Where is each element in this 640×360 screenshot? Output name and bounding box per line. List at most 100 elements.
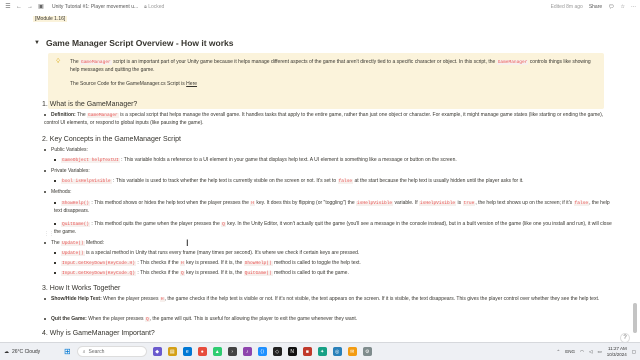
comments-icon[interactable]: 💬︎ bbox=[608, 4, 614, 10]
section-title: Game Manager Script Overview - How it wo… bbox=[45, 38, 234, 48]
language-indicator[interactable]: ENG bbox=[565, 349, 575, 354]
volume-icon[interactable]: ◁ bbox=[589, 349, 592, 355]
method-text: is bbox=[457, 200, 462, 206]
inline-code: Q bbox=[180, 271, 185, 276]
toggle-heading[interactable]: ▼ Game Manager Script Overview - How it … bbox=[34, 38, 233, 48]
inline-code: Q bbox=[221, 222, 226, 227]
private-variables-label: Private Variables: bbox=[51, 168, 90, 174]
taskbar-apps: ◆ ▤ e ● ▲ › ♪ ⟨⟩ ◇ N ■ ✦ ◎ ✉ ⚙ bbox=[152, 347, 372, 356]
definition-text-1: The bbox=[77, 112, 86, 118]
chevron-up-icon[interactable]: ⌃ bbox=[556, 349, 560, 355]
edited-status: Edited 8m ago bbox=[550, 3, 583, 10]
scrollbar[interactable] bbox=[632, 13, 638, 342]
app-icon[interactable]: ✉ bbox=[347, 347, 357, 356]
inline-code: GameManager bbox=[87, 113, 119, 118]
definition-label: Definition: bbox=[51, 112, 76, 118]
quit-text: When the player presses bbox=[88, 316, 144, 322]
help-icon[interactable]: ? bbox=[620, 333, 630, 342]
private-variable-detail: bool isHelpVisible : This variable is us… bbox=[54, 178, 594, 186]
bullet bbox=[44, 113, 46, 116]
notification-icon[interactable]: ▢ bbox=[632, 349, 636, 355]
windows-start-icon[interactable]: ⊞ bbox=[64, 347, 71, 356]
weather-widget[interactable]: ☁ 26°C Cloudy bbox=[4, 349, 64, 355]
bullet bbox=[54, 179, 56, 182]
app-icon[interactable]: ⚙ bbox=[362, 347, 372, 356]
cloud-icon: ☁ bbox=[4, 348, 9, 355]
method-text: : This method quits the game when the pl… bbox=[91, 221, 220, 227]
bullet bbox=[54, 261, 56, 264]
inline-code: false bbox=[573, 201, 590, 206]
notion-topbar: ☰ ← → ▣ Unity Tutorial #1: Player moveme… bbox=[0, 0, 640, 13]
method-text: : This method shows or hides the help te… bbox=[91, 200, 249, 206]
methods-item: Methods: bbox=[44, 189, 72, 197]
update-text: is a special method in Unity that runs e… bbox=[86, 250, 360, 256]
update-text: method is called to toggle the help text… bbox=[274, 260, 361, 266]
inline-code: H bbox=[180, 261, 185, 266]
definition-item: Definition: The GameManager is a special… bbox=[44, 112, 604, 127]
breadcrumb[interactable]: Unity Tutorial #1: Player movement u... bbox=[52, 4, 138, 10]
bullet bbox=[44, 190, 46, 193]
bullet bbox=[54, 271, 56, 274]
source-link[interactable]: Here bbox=[186, 81, 197, 87]
lightbulb-icon: 💡︎ bbox=[56, 59, 61, 65]
toggle-triangle-icon[interactable]: ▼ bbox=[34, 40, 40, 46]
app-icon[interactable]: ♪ bbox=[242, 347, 252, 356]
inline-code: GameObject helpTextUI bbox=[61, 158, 120, 163]
clock-time: 11:27 AM bbox=[608, 346, 627, 351]
methods-label: Methods: bbox=[51, 189, 72, 195]
inline-code: Input.GetKeyDown(KeyCode.H) bbox=[61, 261, 136, 266]
vscode-icon[interactable]: ⟨⟩ bbox=[257, 347, 267, 356]
more-icon[interactable]: ⋯ bbox=[631, 4, 636, 10]
update-text: key is pressed. If it is, the bbox=[186, 260, 243, 266]
scrollbar-thumb[interactable] bbox=[633, 303, 637, 333]
app-icon[interactable]: ✦ bbox=[317, 347, 327, 356]
update-detail-2: Input.GetKeyDown(KeyCode.H) : This check… bbox=[54, 260, 594, 268]
copilot-icon[interactable]: ◆ bbox=[152, 347, 162, 356]
callout-source: The Source Code for the GameManager.cs S… bbox=[70, 81, 596, 89]
clock[interactable]: 11:27 AM 10/3/2024 bbox=[607, 346, 627, 357]
source-text: The Source Code for the GameManager.cs S… bbox=[70, 81, 185, 87]
update-text: : This checks if the bbox=[137, 260, 179, 266]
wifi-icon[interactable]: ◠ bbox=[580, 349, 584, 355]
update-detail-3: Input.GetKeyDown(KeyCode.Q) : This check… bbox=[54, 270, 594, 278]
text-cursor-icon: I bbox=[186, 238, 189, 248]
lock-status[interactable]: 🔒︎ Locked bbox=[144, 4, 164, 10]
forward-icon[interactable]: → bbox=[26, 3, 34, 11]
bullet bbox=[54, 222, 56, 225]
taskbar-search[interactable]: ⌕ Search bbox=[76, 346, 147, 357]
sidebar-toggle-icon[interactable]: ☰ bbox=[4, 3, 12, 11]
lock-icon: 🔒︎ bbox=[144, 3, 147, 10]
chrome-icon[interactable]: ● bbox=[197, 347, 207, 356]
update-label: The bbox=[51, 240, 60, 246]
edge-icon[interactable]: e bbox=[182, 347, 192, 356]
unity-icon[interactable]: ◇ bbox=[272, 347, 282, 356]
share-button[interactable]: Share bbox=[589, 4, 602, 10]
notion-icon[interactable]: N bbox=[287, 347, 297, 356]
bullet bbox=[44, 241, 46, 244]
bullet bbox=[44, 297, 46, 300]
show-hide-label: Show/Hide Help Text: bbox=[51, 296, 102, 302]
page-icon: ▣ bbox=[38, 4, 44, 10]
update-text: method is called to quit the game. bbox=[274, 270, 349, 276]
update-text: key is pressed. If it is, the bbox=[186, 270, 243, 276]
favorite-icon[interactable]: ☆ bbox=[621, 4, 625, 10]
heading-how-it-works: 3. How It Works Together bbox=[42, 285, 121, 292]
app-icon[interactable]: ◎ bbox=[332, 347, 342, 356]
update-method-item: The Update() Method: bbox=[44, 240, 104, 248]
weather-condition: Cloudy bbox=[24, 348, 41, 355]
terminal-icon[interactable]: › bbox=[227, 347, 237, 356]
back-icon[interactable]: ← bbox=[15, 3, 23, 11]
battery-icon[interactable]: ▭ bbox=[597, 349, 601, 355]
inline-code: bool isHelpVisible bbox=[61, 179, 112, 184]
search-placeholder: Search bbox=[88, 348, 105, 355]
file-explorer-icon[interactable]: ▤ bbox=[167, 347, 177, 356]
bullet bbox=[54, 201, 56, 204]
block-drag-handle[interactable]: ⋮⋮ bbox=[44, 231, 54, 237]
app-icon[interactable]: ■ bbox=[302, 347, 312, 356]
taskbar: ☁ 26°C Cloudy ⊞ ⌕ Search ◆ ▤ e ● ▲ › ♪ ⟨… bbox=[0, 342, 640, 360]
app-icon[interactable]: ▲ bbox=[212, 347, 222, 356]
definition-text-2: is a special script that helps manage th… bbox=[44, 112, 604, 126]
bullet bbox=[54, 251, 56, 254]
bullet bbox=[44, 317, 46, 320]
heading-key-concepts: 2. Key Concepts in the GameManager Scrip… bbox=[42, 136, 181, 143]
